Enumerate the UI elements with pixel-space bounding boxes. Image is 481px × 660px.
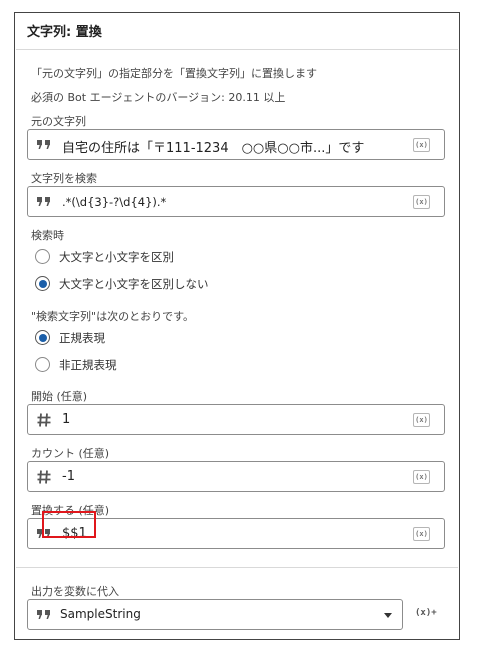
case-sensitive-label: 大文字と小文字を区別 — [59, 250, 174, 264]
start-field[interactable]: 1 (x) — [27, 404, 445, 435]
case-insensitive-label: 大文字と小文字を区別しない — [59, 277, 209, 291]
insert-variable-icon[interactable]: (x) — [413, 527, 430, 541]
source-string-value: 自宅の住所は「〒111-1234 ○○県○○市...」です — [62, 141, 365, 156]
panel-title: 文字列: 置換 — [27, 25, 102, 40]
output-variable-value: SampleString — [60, 607, 141, 621]
search-string-field[interactable]: .*(\d{3}-?\d{4}).* (x) — [27, 186, 445, 217]
regex-option-label: "検索文字列"は次のとおりです。 — [31, 310, 195, 323]
hash-icon — [37, 470, 51, 484]
quote-icon — [37, 197, 50, 206]
non-regex-radio[interactable] — [35, 357, 50, 372]
output-label: 出力を変数に代入 — [31, 585, 119, 598]
source-string-label: 元の文字列 — [31, 115, 86, 128]
source-string-field[interactable]: 自宅の住所は「〒111-1234 ○○県○○市...」です (x) — [27, 129, 445, 160]
count-field[interactable]: -1 (x) — [27, 461, 445, 492]
panel-description: 「元の文字列」の指定部分を「置換文字列」に置換します — [31, 67, 317, 80]
chevron-down-icon[interactable] — [384, 613, 392, 618]
create-variable-icon[interactable]: (x)+ — [415, 608, 437, 618]
divider — [16, 567, 458, 568]
case-insensitive-radio[interactable] — [35, 276, 50, 291]
regex-label: 正規表現 — [59, 331, 105, 345]
divider — [16, 49, 458, 50]
output-variable-select[interactable]: SampleString — [27, 599, 403, 630]
search-string-label: 文字列を検索 — [31, 172, 97, 185]
start-label: 開始 (任意) — [31, 390, 88, 403]
hash-icon — [37, 413, 51, 427]
version-requirement: 必須の Bot エージェントのバージョン: 20.11 以上 — [31, 91, 286, 104]
quote-icon — [37, 140, 50, 149]
regex-radio[interactable] — [35, 330, 50, 345]
action-panel: 文字列: 置換 「元の文字列」の指定部分を「置換文字列」に置換します 必須の B… — [14, 12, 460, 640]
non-regex-label: 非正規表現 — [59, 358, 117, 372]
quote-icon — [37, 610, 50, 619]
count-label: カウント (任意) — [31, 447, 110, 460]
insert-variable-icon[interactable]: (x) — [413, 138, 430, 152]
case-option-label: 検索時 — [31, 229, 64, 242]
search-string-value: .*(\d{3}-?\d{4}).* — [62, 195, 167, 209]
start-value: 1 — [62, 412, 71, 427]
insert-variable-icon[interactable]: (x) — [413, 413, 430, 427]
insert-variable-icon[interactable]: (x) — [413, 195, 430, 209]
count-value: -1 — [62, 469, 75, 484]
insert-variable-icon[interactable]: (x) — [413, 470, 430, 484]
highlight-box — [42, 511, 96, 538]
case-sensitive-radio[interactable] — [35, 249, 50, 264]
